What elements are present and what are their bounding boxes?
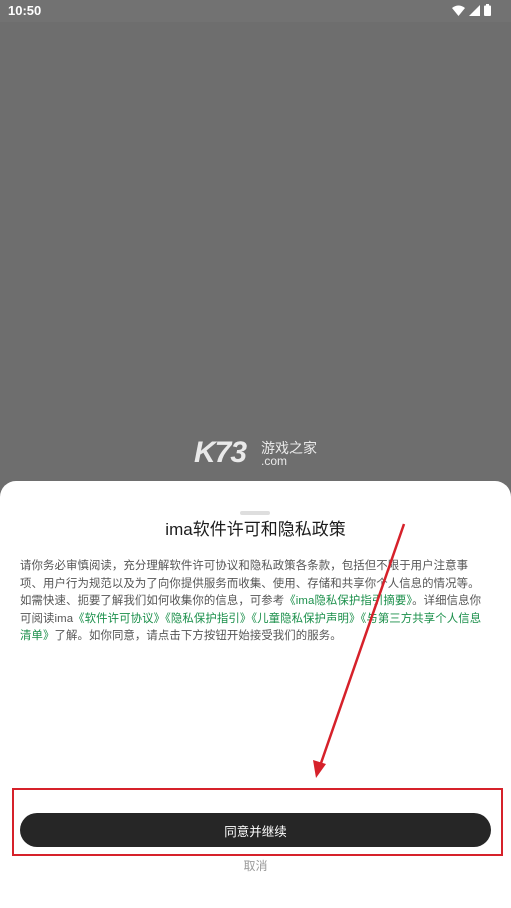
link-privacy-guide[interactable]: 《隐私保护指引》	[165, 613, 251, 625]
status-icons	[452, 4, 491, 16]
watermark-logo-text: K73	[194, 436, 247, 469]
wifi-icon	[452, 5, 465, 16]
signal-icon	[469, 4, 480, 16]
link-children-privacy[interactable]: 《儿童隐私保护声明》	[251, 613, 360, 625]
highlight-box	[12, 788, 503, 856]
policy-text-part3: 了解。如你同意，请点击下方按钮开始接受我们的服务。	[54, 630, 342, 642]
link-license-agreement[interactable]: 《软件许可协议》	[73, 613, 165, 625]
watermark-logo: K73 游戏之家 .com	[194, 436, 334, 476]
status-time: 10:50	[8, 3, 42, 18]
battery-icon	[484, 4, 491, 16]
link-privacy-summary[interactable]: 《ima隐私保护指引摘要》	[284, 595, 412, 607]
sheet-title: ima软件许可和隐私政策	[165, 520, 346, 539]
watermark-domain: .com	[261, 454, 288, 468]
cancel-button[interactable]: 取消	[0, 857, 511, 874]
policy-text: 请你务必审慎阅读，充分理解软件许可协议和隐私政策各条款，包括但不限于用户注意事项…	[20, 558, 490, 646]
dimmed-background[interactable]	[0, 22, 511, 492]
status-bar: 10:50	[0, 0, 511, 22]
